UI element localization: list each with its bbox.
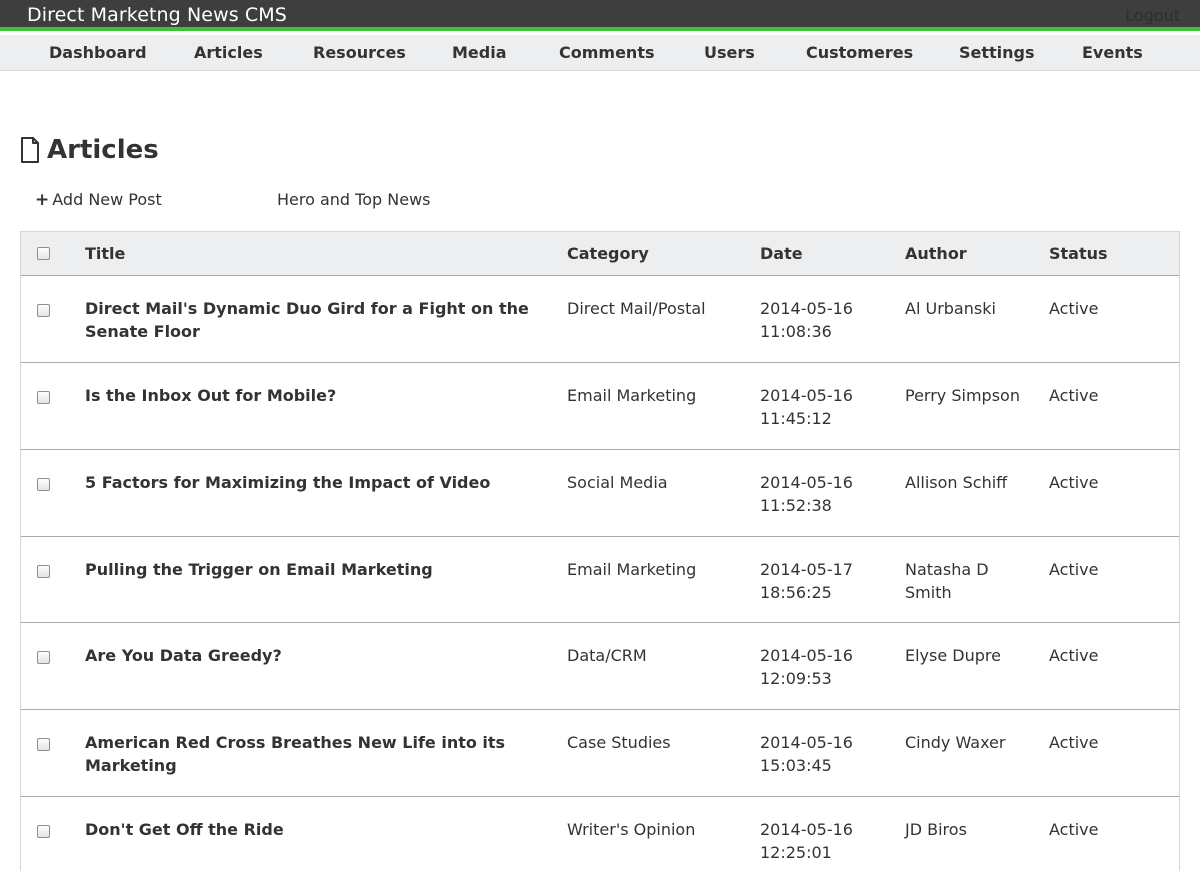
column-author[interactable]: Author bbox=[905, 244, 967, 263]
article-status: Active bbox=[1049, 560, 1099, 579]
article-author: Allison Schiff bbox=[905, 473, 1008, 492]
article-category: Email Marketing bbox=[567, 560, 697, 579]
row-checkbox[interactable] bbox=[37, 825, 50, 838]
articles-table: Title Category Date Author Status Direct… bbox=[20, 231, 1180, 871]
top-bar: Direct Marketng News CMS Logout bbox=[0, 0, 1200, 31]
article-category: Social Media bbox=[567, 473, 668, 492]
row-checkbox[interactable] bbox=[37, 651, 50, 664]
article-category: Email Marketing bbox=[567, 386, 697, 405]
nav-dashboard[interactable]: Dashboard bbox=[49, 43, 147, 62]
select-all-checkbox[interactable] bbox=[37, 247, 50, 260]
article-date: 2014-05-17 18:56:25 bbox=[760, 560, 853, 602]
article-author: Perry Simpson bbox=[905, 386, 1020, 405]
article-title[interactable]: Direct Mail's Dynamic Duo Gird for a Fig… bbox=[85, 297, 545, 343]
nav-articles[interactable]: Articles bbox=[194, 43, 263, 62]
row-checkbox[interactable] bbox=[37, 391, 50, 404]
article-title[interactable]: 5 Factors for Maximizing the Impact of V… bbox=[85, 471, 545, 494]
main-nav: Dashboard Articles Resources Media Comme… bbox=[0, 35, 1200, 71]
nav-events[interactable]: Events bbox=[1082, 43, 1143, 62]
article-date: 2014-05-16 12:25:01 bbox=[760, 820, 853, 862]
article-title[interactable]: Are You Data Greedy? bbox=[85, 644, 545, 667]
column-category[interactable]: Category bbox=[567, 244, 649, 263]
add-new-post-label: Add New Post bbox=[52, 190, 162, 209]
article-status: Active bbox=[1049, 299, 1099, 318]
article-status: Active bbox=[1049, 820, 1099, 839]
article-title[interactable]: Is the Inbox Out for Mobile? bbox=[85, 384, 545, 407]
article-author: Natasha D Smith bbox=[905, 560, 989, 602]
row-checkbox[interactable] bbox=[37, 478, 50, 491]
table-row: Are You Data Greedy? Data/CRM 2014-05-16… bbox=[21, 623, 1179, 710]
plus-icon: + bbox=[35, 190, 50, 210]
page-title: Articles bbox=[47, 135, 159, 165]
nav-media[interactable]: Media bbox=[452, 43, 507, 62]
table-header: Title Category Date Author Status bbox=[21, 232, 1179, 276]
nav-settings[interactable]: Settings bbox=[959, 43, 1035, 62]
nav-users[interactable]: Users bbox=[704, 43, 755, 62]
article-category: Case Studies bbox=[567, 733, 671, 752]
article-date: 2014-05-16 11:52:38 bbox=[760, 473, 853, 515]
article-status: Active bbox=[1049, 386, 1099, 405]
table-row: Don't Get Off the Ride Writer's Opinion … bbox=[21, 797, 1179, 884]
article-date: 2014-05-16 11:45:12 bbox=[760, 386, 853, 428]
article-title[interactable]: Don't Get Off the Ride bbox=[85, 818, 545, 841]
article-author: Al Urbanski bbox=[905, 299, 996, 318]
nav-customeres[interactable]: Customeres bbox=[806, 43, 913, 62]
row-checkbox[interactable] bbox=[37, 738, 50, 751]
table-row: American Red Cross Breathes New Life int… bbox=[21, 710, 1179, 797]
add-new-post-link[interactable]: + Add New Post bbox=[35, 190, 162, 210]
article-category: Direct Mail/Postal bbox=[567, 299, 706, 318]
article-author: JD Biros bbox=[905, 820, 967, 839]
article-status: Active bbox=[1049, 646, 1099, 665]
table-row: Is the Inbox Out for Mobile? Email Marke… bbox=[21, 363, 1179, 450]
row-checkbox[interactable] bbox=[37, 565, 50, 578]
article-category: Writer's Opinion bbox=[567, 820, 696, 839]
article-date: 2014-05-16 11:08:36 bbox=[760, 299, 853, 341]
article-author: Elyse Dupre bbox=[905, 646, 1001, 665]
article-date: 2014-05-16 12:09:53 bbox=[760, 646, 853, 688]
article-status: Active bbox=[1049, 733, 1099, 752]
article-status: Active bbox=[1049, 473, 1099, 492]
page-heading: Articles bbox=[20, 133, 159, 167]
article-title[interactable]: American Red Cross Breathes New Life int… bbox=[85, 731, 545, 777]
article-author: Cindy Waxer bbox=[905, 733, 1006, 752]
article-title[interactable]: Pulling the Trigger on Email Marketing bbox=[85, 558, 545, 581]
table-row: Direct Mail's Dynamic Duo Gird for a Fig… bbox=[21, 276, 1179, 363]
app-title: Direct Marketng News CMS bbox=[27, 4, 287, 26]
logout-link[interactable]: Logout bbox=[1125, 6, 1180, 25]
column-status[interactable]: Status bbox=[1049, 244, 1108, 263]
nav-comments[interactable]: Comments bbox=[559, 43, 655, 62]
column-date[interactable]: Date bbox=[760, 244, 803, 263]
article-date: 2014-05-16 15:03:45 bbox=[760, 733, 853, 775]
document-icon bbox=[21, 137, 39, 163]
nav-resources[interactable]: Resources bbox=[313, 43, 406, 62]
table-row: 5 Factors for Maximizing the Impact of V… bbox=[21, 450, 1179, 537]
column-title[interactable]: Title bbox=[85, 244, 125, 263]
hero-top-news-link[interactable]: Hero and Top News bbox=[277, 190, 430, 209]
table-row: Pulling the Trigger on Email Marketing E… bbox=[21, 537, 1179, 623]
article-category: Data/CRM bbox=[567, 646, 647, 665]
row-checkbox[interactable] bbox=[37, 304, 50, 317]
